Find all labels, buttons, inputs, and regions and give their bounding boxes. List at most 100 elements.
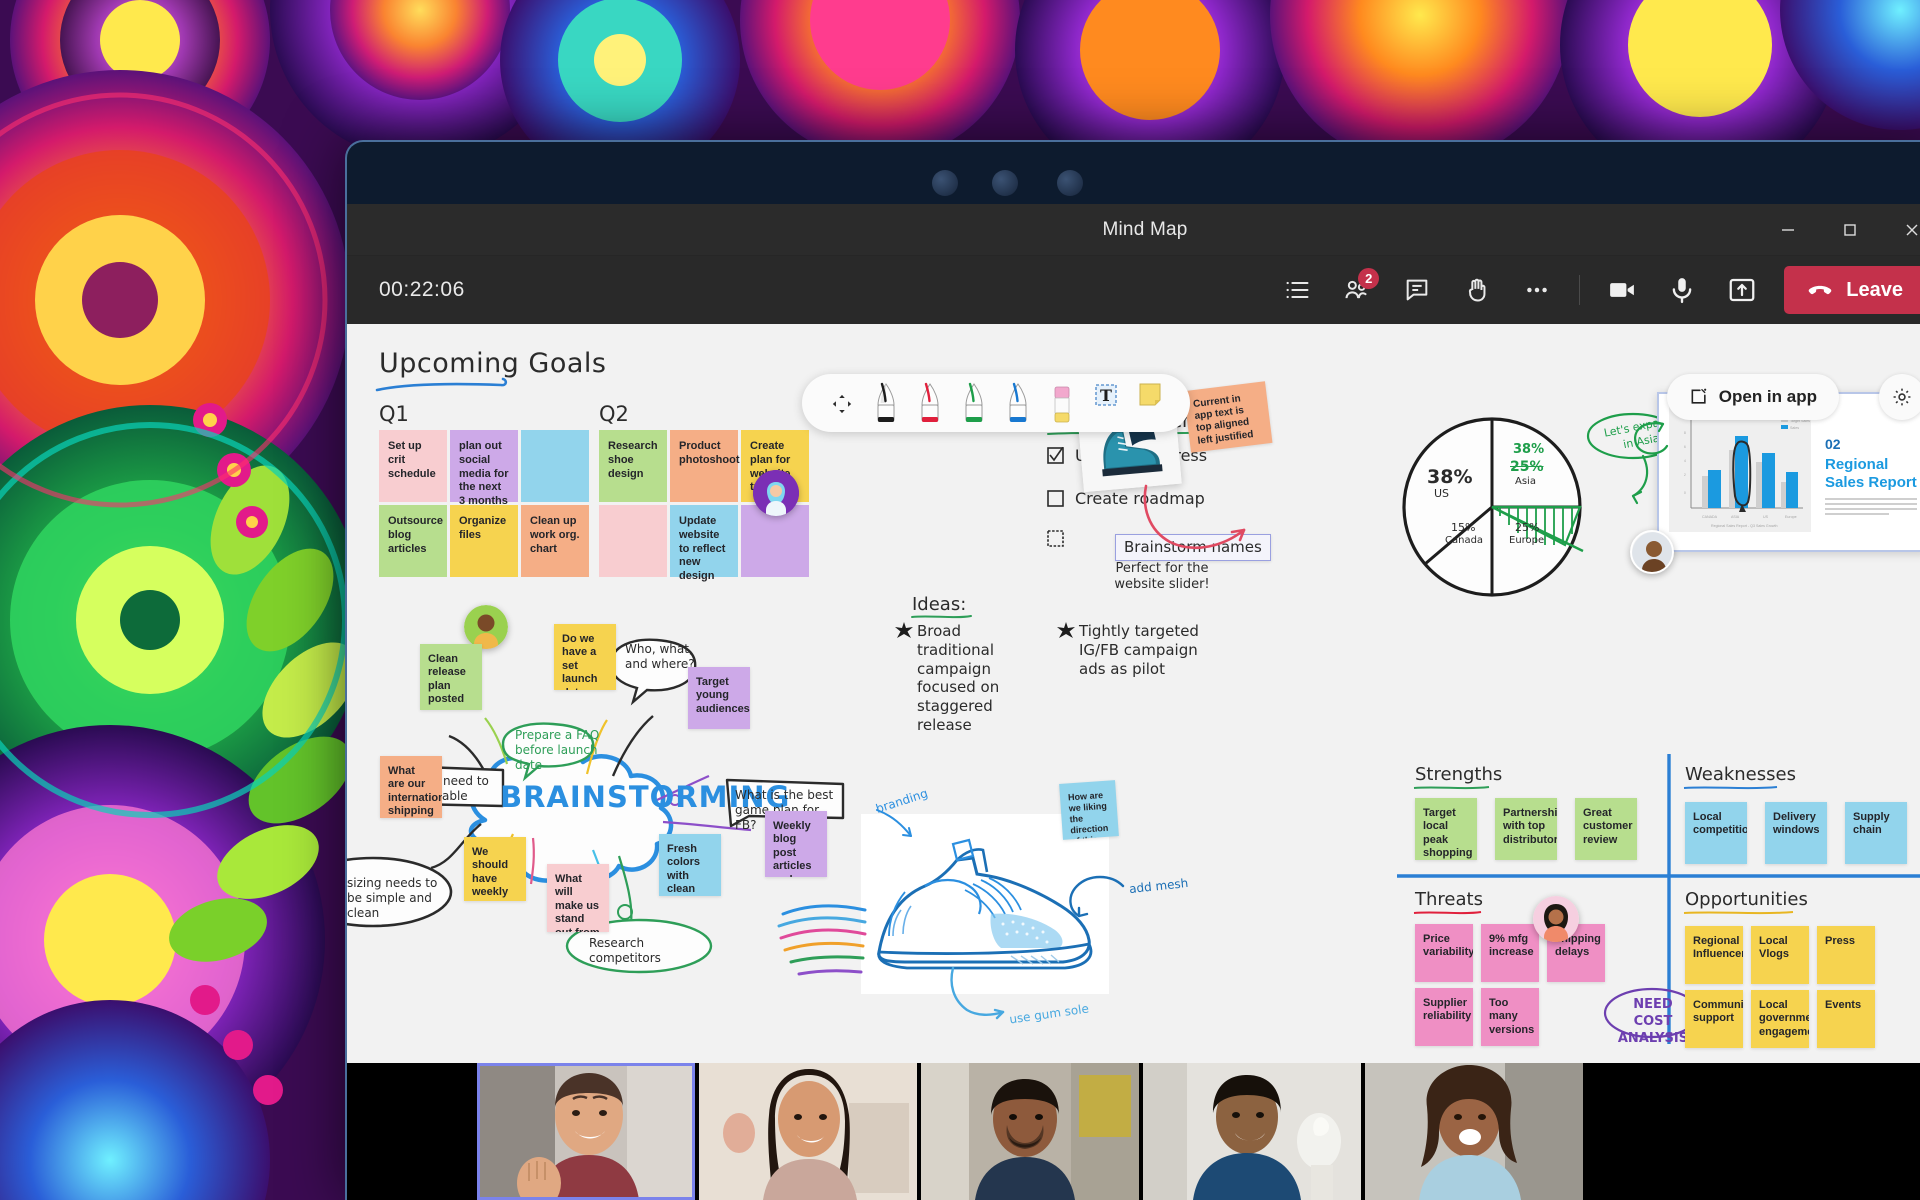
weaknesses-underline — [1683, 786, 1778, 790]
quarter-label-q1: Q1 — [379, 402, 409, 426]
mind-map-note-4[interactable]: What are our international shipping capa… — [380, 756, 442, 818]
avatar-presence-4 — [1533, 896, 1579, 942]
open-in-app-button[interactable]: Open in app — [1666, 374, 1839, 420]
goal-note-q1-1[interactable]: Set up crit schedule — [379, 430, 447, 502]
slide-number: 02 — [1825, 436, 1841, 452]
screenshot-root: Mind Map 00:22:06 2 Leave T Open in app … — [0, 0, 1920, 1200]
swot-note-weaknesses-2[interactable]: Delivery windows — [1765, 802, 1827, 864]
svg-text:Sales: Sales — [1790, 426, 1799, 430]
participant-tile-1[interactable] — [477, 1063, 695, 1200]
goal-note-q2-4[interactable] — [599, 505, 667, 577]
swot-note-threats-4[interactable]: Supplier reliability — [1415, 988, 1473, 1046]
goal-note-q1-3[interactable] — [521, 430, 589, 502]
svg-text:0: 0 — [1684, 491, 1686, 495]
mind-map-note-3[interactable]: Target young audiences — [688, 667, 750, 729]
chat-icon[interactable] — [1389, 264, 1445, 316]
swot-title-opportunities: Opportunities — [1685, 889, 1808, 910]
swot-note-threats-2[interactable]: 9% mfg increase — [1481, 924, 1539, 982]
pie-label-europe-name: Europe — [1509, 535, 1545, 546]
pie-label-europe-value: 25% — [1515, 521, 1540, 534]
close-icon[interactable] — [1881, 204, 1920, 256]
swot-note-opportunities-6[interactable]: Events — [1817, 990, 1875, 1048]
quarter-label-q2: Q2 — [599, 402, 629, 426]
open-in-app-label: Open in app — [1718, 387, 1817, 406]
swot-note-weaknesses-3[interactable]: Supply chain — [1845, 802, 1907, 864]
sketch-gum-sole-label: use gum sole — [1008, 1001, 1090, 1027]
idea-text-2: Tightly targeted IG/FB campaign ads as p… — [1079, 622, 1199, 678]
pie-label-asia-revised: 38% — [1513, 442, 1545, 457]
brainstorm-names-text-box[interactable]: Brainstorm names — [1115, 534, 1271, 561]
more-options-icon[interactable] — [1509, 264, 1565, 316]
raise-hand-icon[interactable] — [1449, 264, 1505, 316]
pen-black-icon[interactable] — [866, 379, 906, 427]
participant-tile-5[interactable] — [1365, 1063, 1583, 1200]
goal-note-q2-1[interactable]: Research shoe design — [599, 430, 667, 502]
sticky-shoe-design-note[interactable]: How are we liking the direction of this … — [1059, 780, 1119, 840]
people-icon[interactable]: 2 — [1329, 264, 1385, 316]
swot-note-strengths-3[interactable]: Great customer review — [1575, 798, 1637, 860]
minimize-icon[interactable] — [1757, 204, 1819, 256]
mind-map-note-1[interactable]: Clean release plan posted on website — [420, 644, 482, 710]
agenda-icon[interactable] — [1269, 264, 1325, 316]
pen-blue-icon[interactable] — [998, 379, 1038, 427]
maximize-icon[interactable] — [1819, 204, 1881, 256]
checkbox-checked-icon[interactable] — [1047, 447, 1064, 464]
goal-note-q1-5[interactable]: Organize files — [450, 505, 518, 577]
swot-note-opportunities-1[interactable]: Regional Influencers — [1685, 926, 1743, 984]
svg-text:CANADA: CANADA — [1702, 515, 1718, 519]
mind-map-note-2[interactable]: Do we have a set launch date yet? — [554, 624, 616, 690]
swot-note-strengths-2[interactable]: Partnership with top distributors — [1495, 798, 1557, 860]
whiteboard-canvas[interactable]: T Open in app Upcoming Goals Q1 Q2 Set u… — [347, 324, 1920, 1063]
swot-note-threats-5[interactable]: Too many versions — [1481, 988, 1539, 1046]
leave-button[interactable]: Leave — [1784, 266, 1920, 314]
swot-note-threats-1[interactable]: Price variability — [1415, 924, 1473, 982]
task-item-3[interactable] — [1047, 530, 1064, 552]
svg-text:4: 4 — [1684, 459, 1686, 463]
bezel-dot-2 — [992, 170, 1018, 196]
swot-note-opportunities-3[interactable]: Press — [1817, 926, 1875, 984]
pie-label-asia-name: Asia — [1515, 476, 1536, 487]
sticky-app-text-note[interactable]: Current in app text is top aligned left … — [1183, 381, 1273, 453]
goal-note-q2-2[interactable]: Product photoshoot — [670, 430, 739, 502]
gear-icon[interactable] — [1879, 374, 1920, 420]
swot-note-opportunities-4[interactable]: Community support — [1685, 990, 1743, 1048]
swot-note-weaknesses-1[interactable]: Local competition — [1685, 802, 1747, 864]
swot-note-opportunities-2[interactable]: Local Vlogs — [1751, 926, 1809, 984]
need-cost-analysis-label: NEED COST ANALYSIS — [1617, 997, 1689, 1046]
camera-icon[interactable] — [1594, 264, 1650, 316]
window-controls — [1757, 204, 1920, 256]
move-tool-icon[interactable] — [822, 379, 862, 427]
text-tool-icon[interactable]: T — [1086, 379, 1126, 427]
avatar-presence-3 — [464, 605, 508, 649]
goal-note-q2-5[interactable]: Update website to reflect new design — [670, 505, 738, 582]
share-screen-icon[interactable] — [1714, 264, 1770, 316]
svg-text:T: T — [1100, 386, 1112, 405]
shoe-sketch-canvas[interactable] — [861, 814, 1109, 994]
checkbox-icon[interactable] — [1047, 530, 1064, 547]
pen-green-icon[interactable] — [954, 379, 994, 427]
task-item-2[interactable]: Create roadmap — [1047, 489, 1205, 508]
microphone-icon[interactable] — [1654, 264, 1710, 316]
goal-note-q1-4[interactable]: Outsource blog articles — [379, 505, 447, 577]
participant-tile-3[interactable] — [921, 1063, 1139, 1200]
mind-map-note-7[interactable]: Fresh colors with clean designs — [659, 834, 721, 896]
mind-map-note-5[interactable]: We should have weekly meetings to discus… — [464, 837, 526, 901]
pen-red-icon[interactable] — [910, 379, 950, 427]
ideas-underline — [911, 615, 972, 619]
goal-note-q1-2[interactable]: plan out social media for the next 3 mon… — [450, 430, 518, 507]
participant-video-strip — [347, 1063, 1920, 1200]
slide-body-text — [1825, 498, 1917, 515]
participant-tile-4[interactable] — [1143, 1063, 1361, 1200]
participant-tile-2[interactable] — [699, 1063, 917, 1200]
mind-map-bubble-6: sizing needs to be simple and clean — [347, 876, 438, 920]
swot-title-weaknesses: Weaknesses — [1685, 764, 1796, 785]
mind-map-note-8[interactable]: Weekly blog post articles and matching s… — [765, 811, 827, 877]
checkbox-icon[interactable] — [1047, 490, 1064, 507]
goal-note-q1-6[interactable]: Clean up work org. chart — [521, 505, 589, 577]
mind-map-note-6[interactable]: What will make us stand out from other s… — [547, 864, 609, 932]
sticky-note-tool-icon[interactable] — [1130, 379, 1170, 427]
eraser-icon[interactable] — [1042, 379, 1082, 427]
swot-note-opportunities-5[interactable]: Local government engagement — [1751, 990, 1809, 1048]
swot-note-strengths-1[interactable]: Target local peak shopping for launch pr… — [1415, 798, 1477, 860]
task-label-2: Create roadmap — [1075, 489, 1205, 508]
